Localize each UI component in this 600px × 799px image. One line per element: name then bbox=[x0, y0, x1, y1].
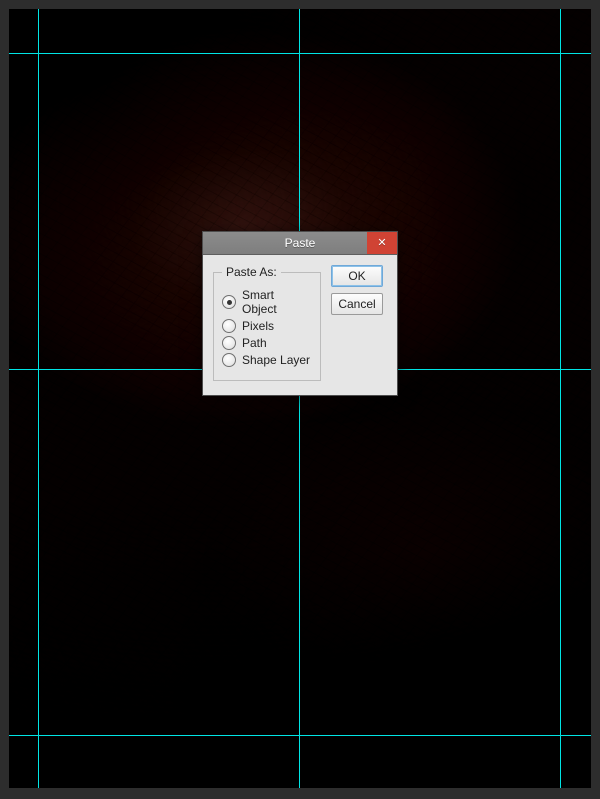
radio-shape-layer[interactable]: Shape Layer bbox=[222, 353, 312, 367]
paste-as-legend: Paste As: bbox=[222, 265, 281, 279]
radio-icon bbox=[222, 353, 236, 367]
radio-icon bbox=[222, 295, 236, 309]
dialog-button-column: OK Cancel bbox=[331, 265, 383, 315]
workspace: Paste ✕ Paste As: Smart Object Pixels Pa… bbox=[0, 0, 600, 799]
radio-label: Shape Layer bbox=[242, 353, 310, 367]
dialog-title: Paste bbox=[285, 236, 316, 250]
close-icon: ✕ bbox=[377, 238, 386, 249]
radio-pixels[interactable]: Pixels bbox=[222, 319, 312, 333]
document-canvas[interactable] bbox=[9, 9, 591, 788]
close-button[interactable]: ✕ bbox=[367, 232, 397, 254]
paste-dialog: Paste ✕ Paste As: Smart Object Pixels Pa… bbox=[202, 231, 398, 396]
button-label: Cancel bbox=[338, 297, 375, 311]
radio-label: Smart Object bbox=[242, 288, 312, 316]
radio-smart-object[interactable]: Smart Object bbox=[222, 288, 312, 316]
dialog-body: Paste As: Smart Object Pixels Path Shape… bbox=[203, 255, 397, 395]
background-texture bbox=[9, 9, 591, 788]
radio-label: Pixels bbox=[242, 319, 274, 333]
radio-icon bbox=[222, 336, 236, 350]
cancel-button[interactable]: Cancel bbox=[331, 293, 383, 315]
radio-path[interactable]: Path bbox=[222, 336, 312, 350]
radio-label: Path bbox=[242, 336, 267, 350]
paste-as-group: Paste As: Smart Object Pixels Path Shape… bbox=[213, 265, 321, 381]
button-label: OK bbox=[348, 269, 365, 283]
dialog-titlebar[interactable]: Paste ✕ bbox=[203, 232, 397, 255]
ok-button[interactable]: OK bbox=[331, 265, 383, 287]
radio-icon bbox=[222, 319, 236, 333]
